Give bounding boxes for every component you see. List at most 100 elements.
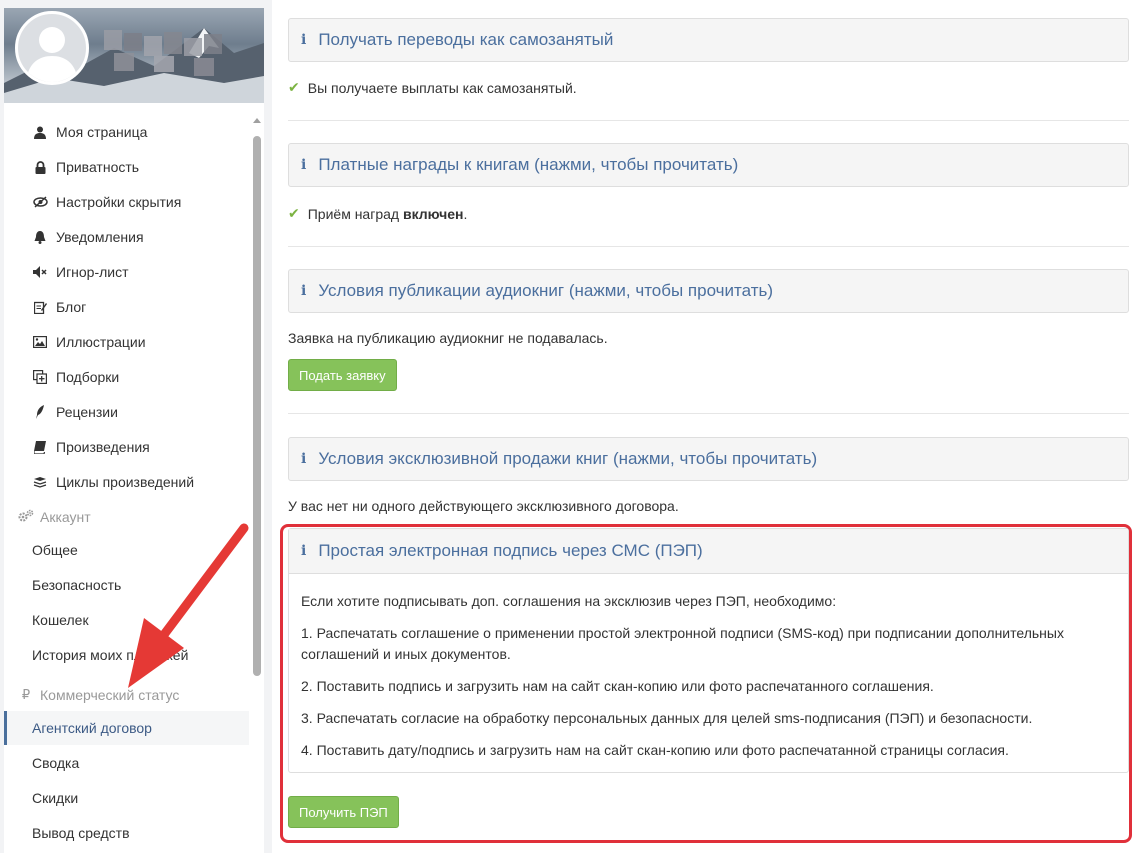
volume-off-icon (32, 264, 48, 280)
sidebar-item-wallet[interactable]: Кошелек (4, 603, 249, 637)
sidebar-item-label: Кошелек (32, 612, 89, 628)
check-icon: ✔ (288, 205, 300, 221)
sidebar-item-label: Иллюстрации (56, 334, 146, 350)
panel-title: Получать переводы как самозанятый (318, 30, 614, 49)
info-icon: i (301, 157, 307, 173)
profile-cover (4, 8, 264, 103)
sidebar-item-reviews[interactable]: Рецензии (4, 395, 249, 429)
section-commercial-title: Коммерческий статус (40, 687, 180, 703)
panel-title: Условия эксклюзивной продажи книг (нажми… (318, 449, 818, 468)
sidebar-item-ignore-list[interactable]: Игнор-лист (4, 255, 249, 289)
sidebar-item-label: Подборки (56, 369, 120, 385)
feather-icon (32, 404, 48, 420)
gears-icon (18, 509, 34, 525)
status-text: Вы получаете выплаты как самозанятый. (307, 79, 577, 96)
panel-audiobooks[interactable]: i Условия публикации аудиокниг (нажми, ч… (288, 269, 1129, 313)
pep-intro: Если хотите подписывать доп. соглашения … (301, 593, 837, 609)
check-icon: ✔ (288, 79, 300, 95)
status-text: Заявка на публикацию аудиокниг не подава… (288, 330, 608, 346)
bell-icon (32, 229, 48, 245)
pep-step: 3. Распечатать согласие на обработку пер… (301, 710, 1033, 726)
sidebar-item-blog[interactable]: Блог (4, 290, 249, 324)
submit-application-button[interactable]: Подать заявку (288, 359, 397, 391)
scroll-up-arrow-icon[interactable] (253, 118, 261, 123)
sidebar-scrollbar[interactable] (248, 108, 264, 848)
sidebar-item-label: Скидки (32, 790, 79, 806)
status-prefix: Приём наград (307, 205, 403, 222)
ruble-icon: ₽ (21, 687, 31, 702)
sidebar-item-agent-contract[interactable]: Агентский договор (4, 711, 249, 745)
info-icon: i (301, 451, 307, 467)
pep-step: 2. Поставить подпись и загрузить нам на … (301, 678, 934, 694)
sidebar-item-my-page[interactable]: Моя страница (4, 115, 249, 149)
status-bold: включен (402, 205, 464, 222)
info-icon: i (301, 32, 307, 48)
sidebar-item-label: Вывод средств (32, 825, 130, 841)
edit-icon (32, 299, 48, 315)
panel-pep: i Простая электронная подпись через СМС … (288, 528, 1129, 773)
divider (288, 246, 1129, 247)
sidebar-item-label: Сводка (32, 755, 80, 771)
sidebar-item-label: Циклы произведений (56, 474, 195, 490)
sidebar-item-label: Уведомления (56, 229, 144, 245)
panel-title: Условия публикации аудиокниг (нажми, что… (318, 281, 773, 300)
panel-self-employed[interactable]: i Получать переводы как самозанятый (288, 18, 1129, 62)
sidebar-menu: Моя страница Приватность Настройки скрыт… (4, 103, 264, 853)
sidebar-item-payment-history[interactable]: История моих платежей (4, 638, 249, 672)
sidebar-item-label: Общее (32, 542, 78, 558)
sidebar-item-illustrations[interactable]: Иллюстрации (4, 325, 249, 359)
pep-header[interactable]: i Простая электронная подпись через СМС … (289, 529, 1128, 574)
sidebar-item-privacy[interactable]: Приватность (4, 150, 249, 184)
avatar[interactable] (15, 11, 89, 85)
main-content: i Получать переводы как самозанятый ✔ Вы… (272, 0, 1142, 853)
audiobooks-status: Заявка на публикацию аудиокниг не подава… (288, 330, 608, 346)
divider (288, 120, 1129, 121)
self-employed-status: ✔ Вы получаете выплаты как самозанятый. (288, 79, 577, 96)
picture-icon (32, 334, 48, 350)
sidebar-item-general[interactable]: Общее (4, 533, 249, 567)
book-icon (32, 439, 48, 455)
stack-icon (32, 474, 48, 490)
sidebar-item-label: История моих платежей (32, 647, 189, 663)
panel-title: Простая электронная подпись через СМС (П… (318, 541, 703, 560)
collection-icon (32, 369, 48, 385)
info-icon: i (301, 283, 307, 299)
sidebar-item-label: Приватность (56, 159, 140, 175)
sidebar: Моя страница Приватность Настройки скрыт… (4, 8, 264, 853)
get-pep-button[interactable]: Получить ПЭП (288, 796, 399, 828)
pep-step: 1. Распечатать соглашение о применении п… (301, 625, 1064, 662)
sidebar-item-hide-settings[interactable]: Настройки скрытия (4, 185, 249, 219)
eye-slash-icon (32, 194, 48, 210)
sidebar-item-label: Рецензии (56, 404, 118, 420)
pep-step: 4. Поставить дату/подпись и загрузить на… (301, 742, 1009, 758)
sidebar-item-works[interactable]: Произведения (4, 430, 249, 464)
pep-body: Если хотите подписывать доп. соглашения … (289, 574, 1128, 761)
sidebar-item-security[interactable]: Безопасность (4, 568, 249, 602)
sidebar-item-label: Настройки скрытия (56, 194, 182, 210)
sidebar-item-discounts[interactable]: Скидки (4, 781, 249, 815)
exclusive-status: У вас нет ни одного действующего эксклюз… (288, 498, 679, 514)
divider (288, 413, 1129, 414)
sidebar-item-withdrawal[interactable]: Вывод средств (4, 816, 249, 850)
sidebar-item-collections[interactable]: Подборки (4, 360, 249, 394)
sidebar-item-notifications[interactable]: Уведомления (4, 220, 249, 254)
panel-exclusive[interactable]: i Условия эксклюзивной продажи книг (наж… (288, 437, 1129, 481)
lock-icon (32, 159, 48, 175)
panel-paid-rewards[interactable]: i Платные награды к книгам (нажми, чтобы… (288, 143, 1129, 187)
section-commercial-status: ₽ Коммерческий статус (4, 680, 179, 710)
user-silhouette-icon (26, 27, 78, 82)
sidebar-item-series[interactable]: Циклы произведений (4, 465, 249, 499)
sidebar-item-label: Блог (56, 299, 87, 315)
sidebar-item-summary[interactable]: Сводка (4, 746, 249, 780)
sidebar-item-label: Безопасность (32, 577, 122, 593)
sidebar-item-label: Произведения (56, 439, 150, 455)
info-icon: i (301, 543, 307, 559)
section-account: Аккаунт (4, 502, 91, 532)
status-suffix: . (463, 205, 468, 222)
sidebar-item-label: Агентский договор (32, 720, 152, 736)
user-icon (32, 124, 48, 140)
scrollbar-thumb[interactable] (253, 136, 261, 676)
status-text: У вас нет ни одного действующего эксклюз… (288, 498, 679, 514)
panel-title: Платные награды к книгам (нажми, чтобы п… (318, 155, 739, 174)
paid-rewards-status: ✔ Приём наград включен . (288, 205, 467, 222)
